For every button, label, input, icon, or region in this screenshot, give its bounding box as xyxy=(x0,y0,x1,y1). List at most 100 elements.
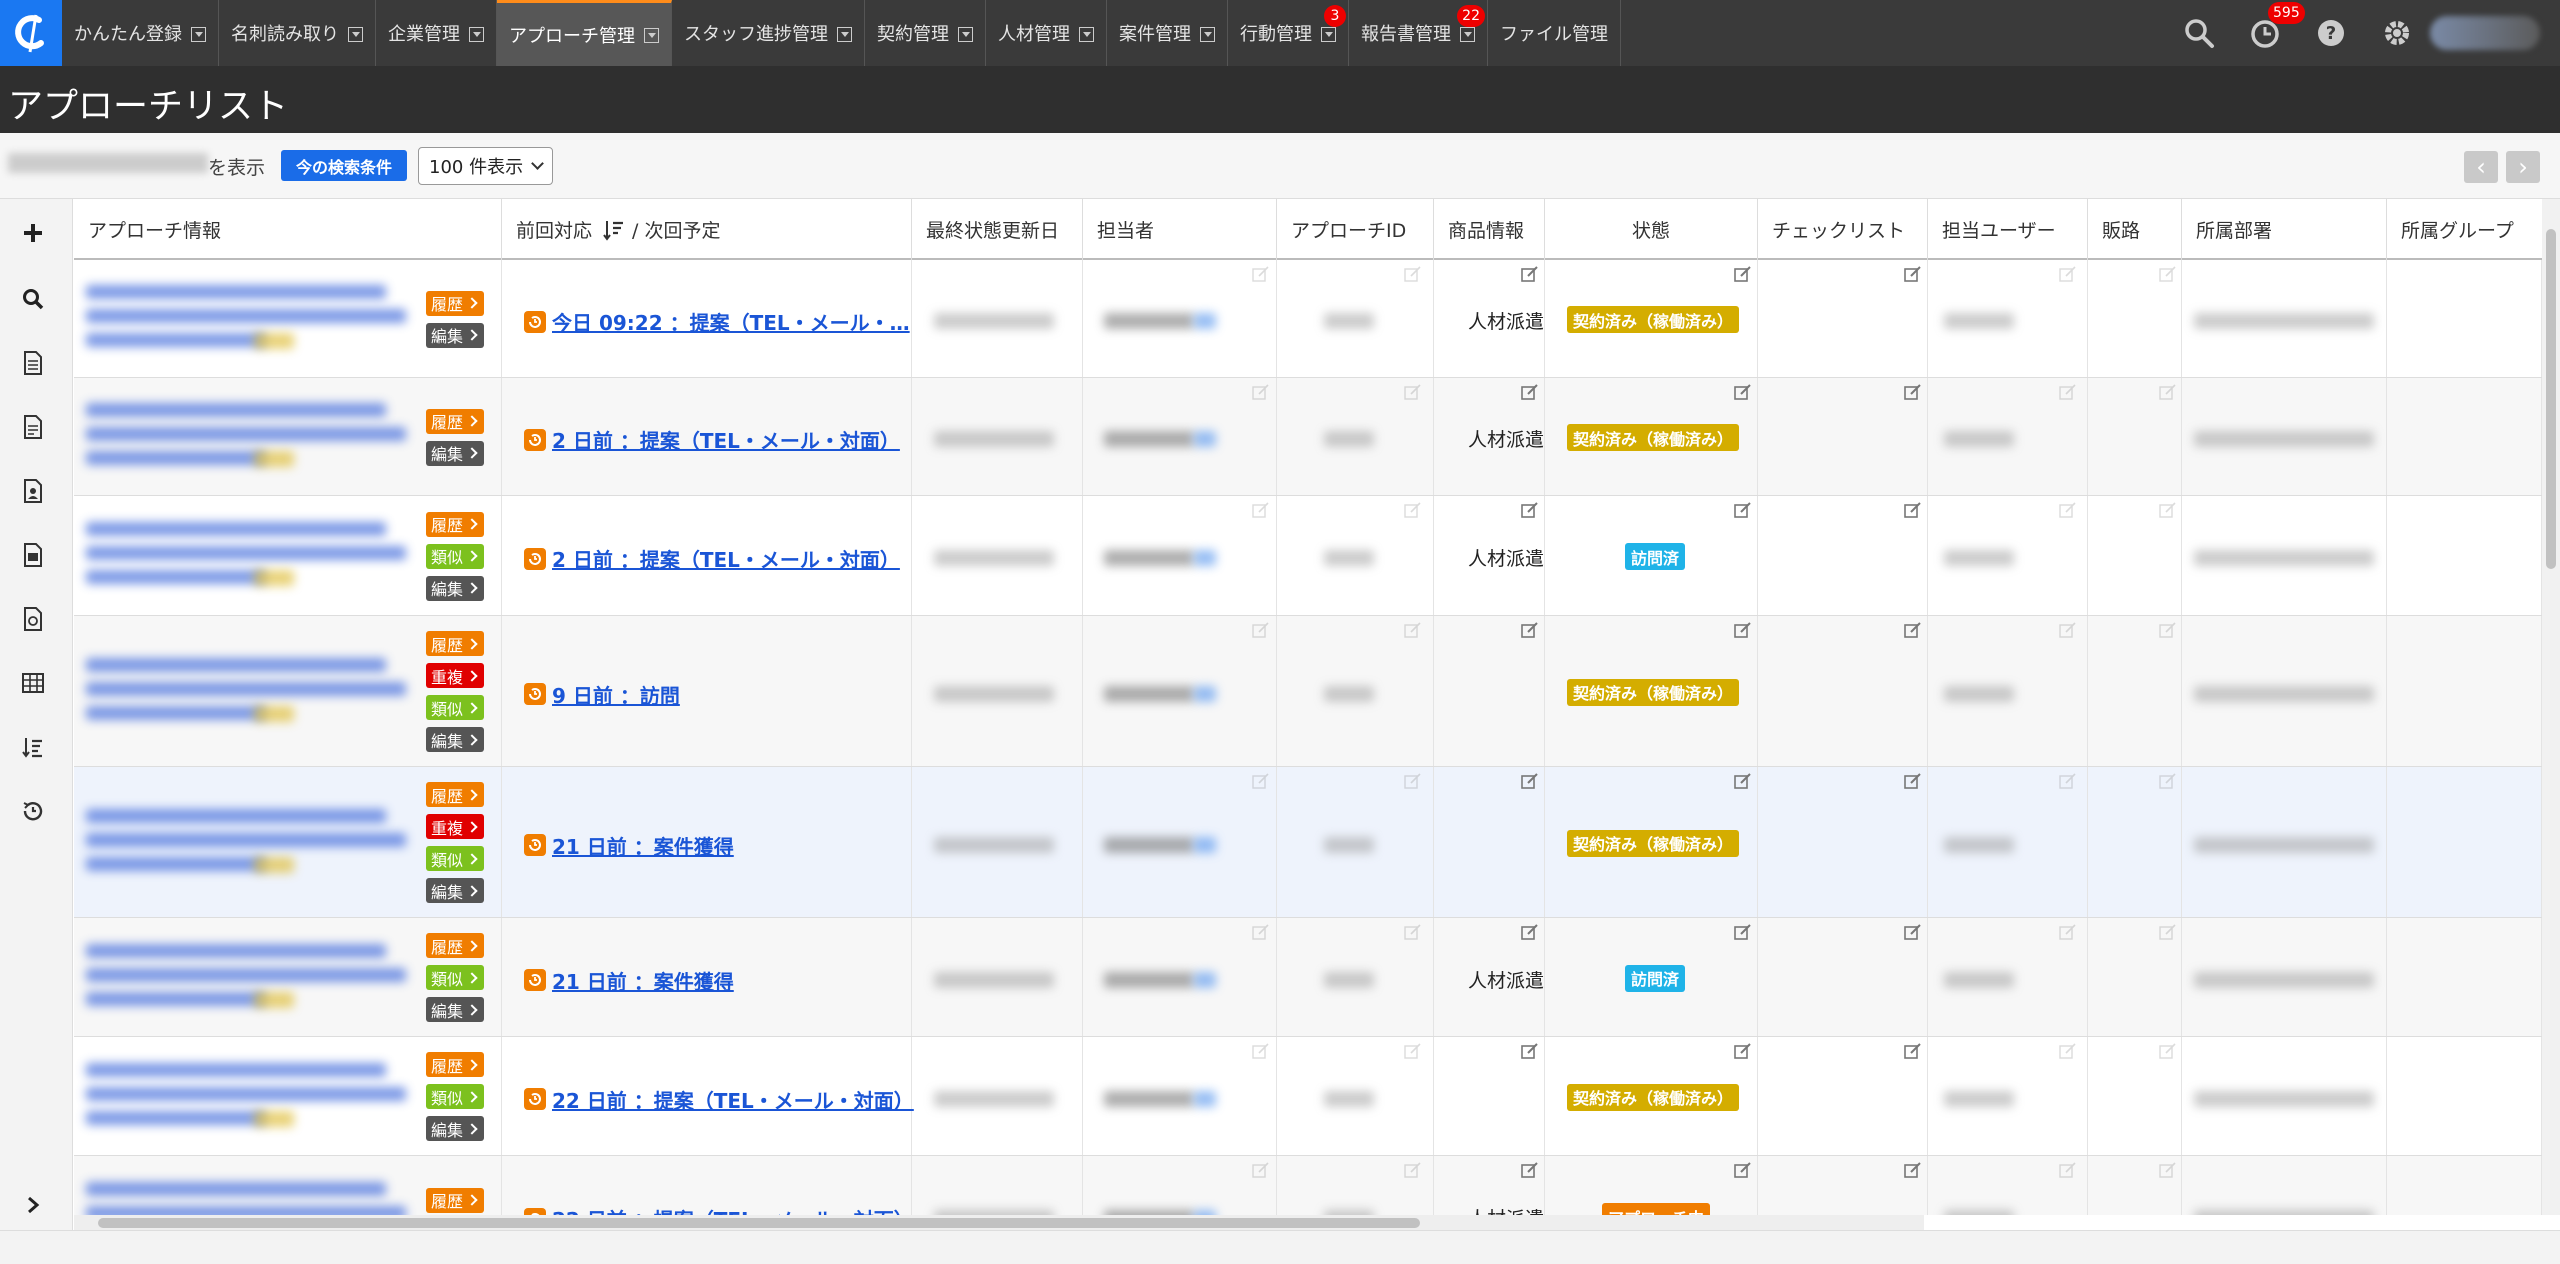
document-person-icon[interactable] xyxy=(16,474,50,508)
per-page-select[interactable]: 100 件表示 xyxy=(418,147,553,185)
dropdown-icon[interactable] xyxy=(644,28,659,43)
similar-button[interactable]: 類似 xyxy=(426,543,484,569)
horizontal-scrollbar[interactable] xyxy=(74,1215,1924,1230)
col-staff[interactable]: 担当者 xyxy=(1083,199,1277,260)
edit-icon[interactable] xyxy=(1404,773,1422,793)
edit-icon[interactable] xyxy=(1252,384,1270,404)
nav-item[interactable]: 案件管理 xyxy=(1107,0,1228,66)
edit-icon[interactable] xyxy=(1734,502,1752,522)
edit-icon[interactable] xyxy=(1904,1162,1922,1182)
edit-icon[interactable] xyxy=(2159,1043,2177,1063)
col-group[interactable]: 所属グループ xyxy=(2387,199,2542,260)
similar-button[interactable]: 類似 xyxy=(426,1084,484,1109)
dropdown-icon[interactable] xyxy=(1079,26,1094,42)
edit-button[interactable]: 編集 xyxy=(426,575,484,601)
nav-item[interactable]: 人材管理 xyxy=(986,0,1107,66)
edit-button[interactable]: 編集 xyxy=(426,322,484,348)
edit-icon[interactable] xyxy=(2059,1043,2077,1063)
dropdown-icon[interactable] xyxy=(1321,26,1336,42)
edit-icon[interactable] xyxy=(1734,622,1752,642)
last-contact-link[interactable]: 21 日前 ：案件獲得 xyxy=(552,966,734,995)
last-contact-link[interactable]: 今日 09:22 ：提案（TEL・メール・… xyxy=(552,307,910,336)
nav-item[interactable]: 名刺読み取り xyxy=(219,0,376,66)
edit-button[interactable]: 編集 xyxy=(426,727,484,752)
history-icon[interactable] xyxy=(16,794,50,828)
table-row[interactable]: 履歴類似 22 日前 ：提案（TEL・メール・対面） 人材派遣 アプローチ中 xyxy=(74,1156,2542,1215)
edit-icon[interactable] xyxy=(2059,1162,2077,1182)
vertical-scrollbar[interactable] xyxy=(2542,199,2560,1215)
edit-icon[interactable] xyxy=(2159,622,2177,642)
edit-icon[interactable] xyxy=(1252,924,1270,944)
sort-list-icon[interactable] xyxy=(16,730,50,764)
nav-item[interactable]: かんたん登録 xyxy=(62,0,219,66)
next-page-button[interactable]: › xyxy=(2506,151,2540,183)
history-button[interactable]: 履歴 xyxy=(426,782,484,807)
edit-icon[interactable] xyxy=(1734,266,1752,286)
history-icon[interactable]: 595 xyxy=(2232,0,2305,66)
dropdown-icon[interactable] xyxy=(348,26,363,42)
edit-icon[interactable] xyxy=(2059,266,2077,286)
edit-icon[interactable] xyxy=(1404,1043,1422,1063)
edit-icon[interactable] xyxy=(1904,266,1922,286)
col-checklist[interactable]: チェックリスト xyxy=(1758,199,1928,260)
edit-icon[interactable] xyxy=(2159,502,2177,522)
edit-icon[interactable] xyxy=(1904,502,1922,522)
document-refresh-icon[interactable] xyxy=(16,602,50,636)
edit-icon[interactable] xyxy=(1404,502,1422,522)
edit-icon[interactable] xyxy=(1734,384,1752,404)
last-contact-link[interactable]: 2 日前 ：提案（TEL・メール・対面） xyxy=(552,425,900,454)
table-icon[interactable] xyxy=(16,666,50,700)
nav-item[interactable]: アプローチ管理 xyxy=(497,0,672,66)
edit-icon[interactable] xyxy=(1904,622,1922,642)
last-contact-link[interactable]: 21 日前 ：案件獲得 xyxy=(552,831,734,860)
dropdown-icon[interactable] xyxy=(837,26,852,42)
table-row[interactable]: 履歴 重複 類似 編集 21 日前 ：案件獲得 契約済み（稼働済み） xyxy=(74,767,2542,918)
col-assigned-user[interactable]: 担当ユーザー xyxy=(1928,199,2088,260)
table-row[interactable]: 履歴 編集 今日 09:22 ：提案（TEL・メール・… 人材派遣 契約済み（稼働済み） xyxy=(74,260,2542,378)
dropdown-icon[interactable] xyxy=(469,26,484,42)
horizontal-scroll-thumb[interactable] xyxy=(98,1218,1420,1228)
nav-item[interactable]: 契約管理 xyxy=(865,0,986,66)
col-status[interactable]: 状態 xyxy=(1545,199,1758,260)
edit-icon[interactable] xyxy=(1252,266,1270,286)
similar-button[interactable]: 類似 xyxy=(426,846,484,871)
edit-icon[interactable] xyxy=(1521,1043,1539,1063)
search-icon[interactable] xyxy=(16,282,50,316)
edit-icon[interactable] xyxy=(1734,924,1752,944)
table-row[interactable]: 履歴 重複 類似 編集 9 日前 ：訪問 契約済み（稼働済み） xyxy=(74,616,2542,767)
sort-desc-icon[interactable] xyxy=(602,219,626,241)
edit-icon[interactable] xyxy=(2159,1162,2177,1182)
edit-icon[interactable] xyxy=(1404,924,1422,944)
duplicate-button[interactable]: 重複 xyxy=(426,663,484,688)
col-last-contact[interactable]: 前回対応 / 次回予定 xyxy=(502,199,912,260)
edit-icon[interactable] xyxy=(1521,1162,1539,1182)
search-icon[interactable] xyxy=(2166,0,2232,66)
history-button[interactable]: 履歴 xyxy=(426,933,484,958)
edit-button[interactable]: 編集 xyxy=(426,997,484,1022)
edit-icon[interactable] xyxy=(1734,773,1752,793)
document-list-icon[interactable] xyxy=(16,538,50,572)
vertical-scroll-thumb[interactable] xyxy=(2546,229,2556,569)
edit-icon[interactable] xyxy=(2159,924,2177,944)
edit-icon[interactable] xyxy=(1252,622,1270,642)
edit-icon[interactable] xyxy=(1252,1162,1270,1182)
document-icon[interactable] xyxy=(16,346,50,380)
edit-icon[interactable] xyxy=(1521,384,1539,404)
history-button[interactable]: 履歴 xyxy=(426,1187,484,1213)
edit-button[interactable]: 編集 xyxy=(426,1116,484,1141)
edit-icon[interactable] xyxy=(1252,502,1270,522)
user-avatar[interactable] xyxy=(2430,16,2540,50)
history-button[interactable]: 履歴 xyxy=(426,511,484,537)
app-logo[interactable] xyxy=(0,0,62,66)
last-contact-link[interactable]: 9 日前 ：訪問 xyxy=(552,680,680,709)
history-button[interactable]: 履歴 xyxy=(426,290,484,316)
document-icon[interactable] xyxy=(16,410,50,444)
edit-icon[interactable] xyxy=(1734,1043,1752,1063)
edit-icon[interactable] xyxy=(1521,266,1539,286)
nav-item[interactable]: ファイル管理 xyxy=(1488,0,1621,66)
edit-icon[interactable] xyxy=(1252,1043,1270,1063)
edit-icon[interactable] xyxy=(2159,266,2177,286)
edit-icon[interactable] xyxy=(1904,773,1922,793)
last-contact-link[interactable]: 22 日前 ：提案（TEL・メール・対面） xyxy=(552,1085,914,1114)
edit-icon[interactable] xyxy=(2059,622,2077,642)
